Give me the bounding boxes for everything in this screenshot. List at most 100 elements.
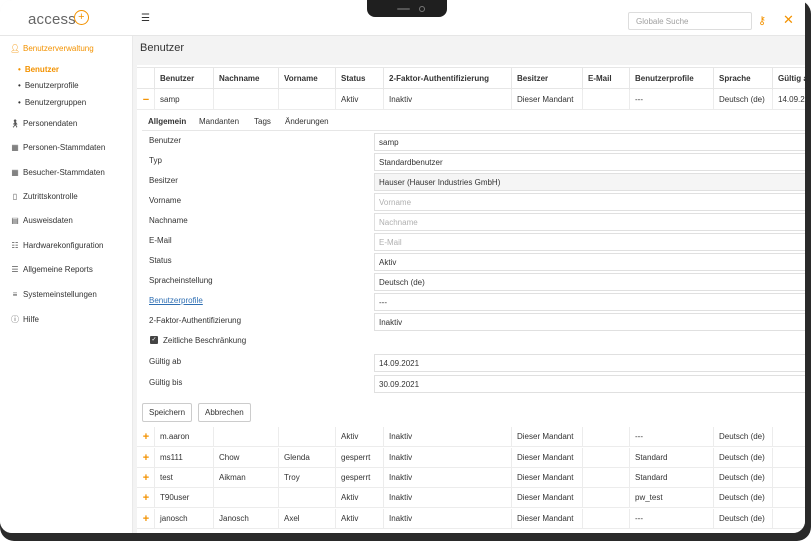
- cell-besitzer: Dieser Mandant: [511, 509, 582, 529]
- benutzer-input[interactable]: samp: [374, 133, 805, 151]
- sidebar-item-benutzerverwaltung[interactable]: 👤︎ Benutzerverwaltung: [10, 44, 94, 53]
- column-header-benutzer[interactable]: Benutzer: [154, 68, 213, 90]
- sidebar-item-ausweisdaten[interactable]: ▤ Ausweisdaten: [10, 216, 73, 225]
- tab-mandanten[interactable]: Mandanten: [199, 117, 239, 126]
- benutzerprofile-link[interactable]: Benutzerprofile: [149, 296, 203, 305]
- cell-sprache: Deutsch (de): [713, 468, 772, 488]
- hamburger-icon[interactable]: ☰: [141, 13, 150, 24]
- cell-2fa: Inaktiv: [383, 468, 511, 488]
- sidebar-item-label: Hardwarekonfiguration: [23, 241, 104, 250]
- column-header-benutzerprofile[interactable]: Benutzerprofile: [629, 68, 713, 90]
- expand-row-icon[interactable]: +: [141, 468, 151, 488]
- column-header-vorname[interactable]: Vorname: [278, 68, 335, 90]
- sidebar-item-personendaten[interactable]: 🚶︎ Personendaten: [10, 119, 77, 128]
- cell-gueltig-ab: [772, 488, 805, 508]
- cell-2fa: Inaktiv: [383, 509, 511, 529]
- 2fa-select[interactable]: Inaktiv: [374, 313, 805, 331]
- column-header-2fa[interactable]: 2-Faktor-Authentifizierung: [383, 68, 511, 90]
- field-row-vorname: Vorname Vorname: [142, 193, 805, 213]
- field-row-besitzer: Besitzer Hauser (Hauser Industries GmbH): [142, 173, 805, 193]
- sidebar-subitem-benutzergruppen[interactable]: Benutzergruppen: [18, 98, 86, 107]
- cell-vorname: [278, 90, 335, 110]
- cell-vorname: Axel: [278, 509, 335, 529]
- logo: access +: [28, 10, 89, 28]
- help-icon: ⓘ: [11, 315, 19, 324]
- field-label: Spracheinstellung: [149, 276, 213, 285]
- cell-status: Aktiv: [335, 90, 383, 110]
- sidebar-item-allgemeine-reports[interactable]: ☰ Allgemeine Reports: [10, 265, 92, 274]
- cell-nachname: Janosch: [213, 509, 278, 529]
- table-row[interactable]: + test Aikman Troy gesperrt Inaktiv Dieser Man…: [137, 468, 805, 488]
- expand-row-icon[interactable]: +: [141, 427, 151, 447]
- tab-tags[interactable]: Tags: [254, 117, 271, 126]
- cancel-button[interactable]: Abbrechen: [198, 403, 251, 422]
- collapse-row-icon[interactable]: −: [141, 90, 151, 110]
- sprache-select[interactable]: Deutsch (de): [374, 273, 805, 291]
- cell-sprache: Deutsch (de): [713, 90, 772, 110]
- sidebar-subitem-benutzerprofile[interactable]: Benutzerprofile: [18, 81, 79, 90]
- field-row-zeitliche-beschraenkung: ✓ Zeitliche Beschränkung: [142, 333, 805, 353]
- cell-vorname: Troy: [278, 468, 335, 488]
- table-row-expanded[interactable]: − samp Aktiv Inaktiv Dieser Mandant --- …: [137, 90, 805, 110]
- cell-benutzerprofile: Standard: [629, 468, 713, 488]
- table-row[interactable]: + m.aaron Aktiv Inaktiv Dieser Mandant --- Deu…: [137, 427, 805, 447]
- cell-gueltig-ab: [772, 509, 805, 529]
- email-input[interactable]: E-Mail: [374, 233, 805, 251]
- field-label: Gültig bis: [149, 378, 183, 387]
- field-label: Benutzer: [149, 136, 182, 145]
- global-search-input[interactable]: [628, 12, 752, 30]
- sidebar-subitem-benutzer[interactable]: Benutzer: [18, 65, 59, 74]
- column-header-gueltig-ab[interactable]: Gültig ab: [772, 68, 805, 90]
- checkbox-label: Zeitliche Beschränkung: [163, 336, 247, 345]
- field-row-typ: Typ Standardbenutzer: [142, 153, 805, 173]
- benutzerprofile-select[interactable]: ---: [374, 293, 805, 311]
- status-select[interactable]: Aktiv: [374, 253, 805, 271]
- field-label: Nachname: [149, 216, 188, 225]
- grid-icon: ▦: [11, 143, 19, 152]
- tab-allgemein[interactable]: Allgemein: [148, 117, 186, 126]
- sidebar-item-hilfe[interactable]: ⓘ Hilfe: [10, 314, 39, 325]
- table-row[interactable]: + janosch Janosch Axel Aktiv Inaktiv Dieser Ma…: [137, 509, 805, 529]
- door-icon: ▯: [12, 192, 18, 201]
- column-header-nachname[interactable]: Nachname: [213, 68, 278, 90]
- keys-icon[interactable]: ⚷: [758, 14, 766, 27]
- expand-row-icon[interactable]: +: [141, 448, 151, 468]
- table-row[interactable]: + T90user Aktiv Inaktiv Dieser Mandant pw_tes…: [137, 488, 805, 508]
- sidebar-item-besucher-stammdaten[interactable]: ▦ Besucher-Stammdaten: [10, 168, 105, 177]
- column-header-email[interactable]: E-Mail: [582, 68, 629, 90]
- column-header-besitzer[interactable]: Besitzer: [511, 68, 582, 90]
- column-header-status[interactable]: Status: [335, 68, 383, 90]
- cell-sprache: Deutsch (de): [713, 488, 772, 508]
- save-button[interactable]: Speichern: [142, 403, 193, 422]
- table-row[interactable]: + ms111 Chow Glenda gesperrt Inaktiv Dieser Ma…: [137, 448, 805, 468]
- zeitliche-beschraenkung-checkbox[interactable]: ✓: [150, 336, 158, 344]
- expand-row-icon[interactable]: +: [141, 509, 151, 529]
- sidebar-item-hardwarekonfiguration[interactable]: ☷ Hardwarekonfiguration: [10, 241, 104, 250]
- cell-2fa: Inaktiv: [383, 427, 511, 447]
- expand-row-icon[interactable]: +: [141, 488, 151, 508]
- field-row-2fa: 2-Faktor-Authentifizierung Inaktiv: [142, 313, 805, 333]
- field-label: Vorname: [149, 196, 182, 205]
- gueltig-ab-input[interactable]: 14.09.2021: [374, 354, 805, 372]
- cell-nachname: [213, 427, 278, 447]
- sidebar-item-systemeinstellungen[interactable]: ≡ Systemeinstellungen: [10, 290, 97, 299]
- sidebar: 👤︎Benutzerverwaltung Benutzer Benutzerpr…: [0, 36, 133, 533]
- id-card-icon: ▤: [11, 216, 19, 225]
- column-header-sprache[interactable]: Sprache: [713, 68, 772, 90]
- close-icon[interactable]: ✕: [783, 12, 794, 28]
- cell-nachname: [213, 90, 278, 110]
- sidebar-item-zutrittskontrolle[interactable]: ▯ Zutrittskontrolle: [10, 192, 78, 201]
- nachname-input[interactable]: Nachname: [374, 213, 805, 231]
- gueltig-bis-input[interactable]: 30.09.2021: [374, 375, 805, 393]
- person-icon: 🚶︎: [10, 119, 21, 128]
- logo-plus-icon: +: [73, 10, 89, 25]
- field-label: Besitzer: [149, 176, 178, 185]
- cell-benutzer: ms111: [154, 448, 213, 468]
- cell-status: Aktiv: [335, 488, 383, 508]
- typ-select[interactable]: Standardbenutzer: [374, 153, 805, 171]
- vorname-input[interactable]: Vorname: [374, 193, 805, 211]
- cell-2fa: Inaktiv: [383, 488, 511, 508]
- tab-aenderungen[interactable]: Änderungen: [285, 117, 329, 126]
- users-table-panel: Benutzer Nachname Vorname Status 2-Fakto…: [137, 65, 805, 533]
- sidebar-item-personen-stammdaten[interactable]: ▦ Personen-Stammdaten: [10, 143, 105, 152]
